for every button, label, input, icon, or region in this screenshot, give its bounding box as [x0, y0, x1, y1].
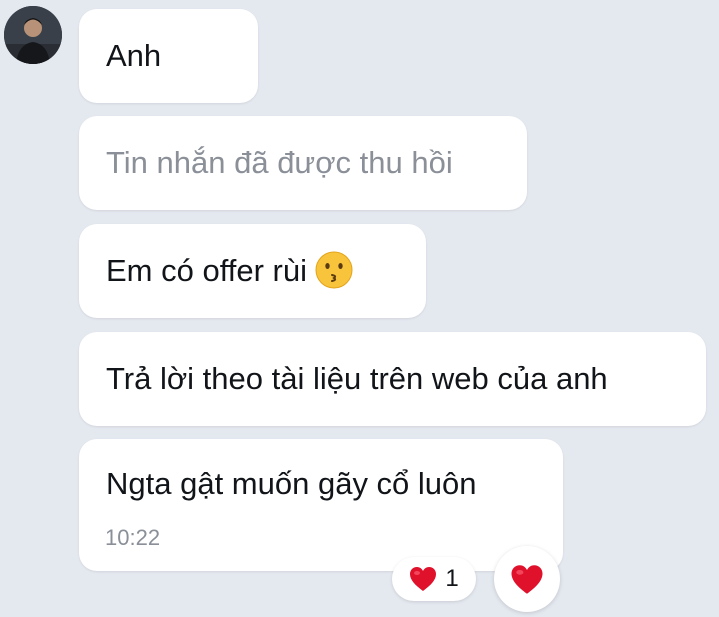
- message-bubble[interactable]: Anh: [79, 9, 258, 103]
- avatar[interactable]: [4, 6, 62, 64]
- chat-thread: Anh Tin nhắn đã được thu hồi Em có offer…: [0, 0, 719, 617]
- message-timestamp: 10:22: [105, 525, 161, 550]
- message-text: Trả lời theo tài liệu trên web của anh: [106, 361, 608, 396]
- message-bubble[interactable]: Trả lời theo tài liệu trên web của anh: [79, 332, 706, 426]
- heart-icon: [410, 567, 437, 591]
- message-text: Anh: [106, 38, 162, 73]
- react-button[interactable]: [494, 546, 560, 612]
- recalled-message-bubble[interactable]: Tin nhắn đã được thu hồi: [79, 116, 527, 210]
- recalled-message-text: Tin nhắn đã được thu hồi: [106, 145, 453, 180]
- message-bubble[interactable]: Ngta gật muốn gãy cổ luôn 10:22: [79, 439, 563, 571]
- reaction-count: 1: [445, 565, 459, 592]
- kissing-face-emoji: [315, 251, 353, 289]
- heart-icon: [511, 564, 543, 594]
- message-text: Ngta gật muốn gãy cổ luôn: [106, 466, 477, 501]
- message-text: Em có offer rùi: [106, 253, 308, 288]
- message-bubble[interactable]: Em có offer rùi: [79, 224, 426, 318]
- reaction-summary[interactable]: 1: [392, 557, 476, 601]
